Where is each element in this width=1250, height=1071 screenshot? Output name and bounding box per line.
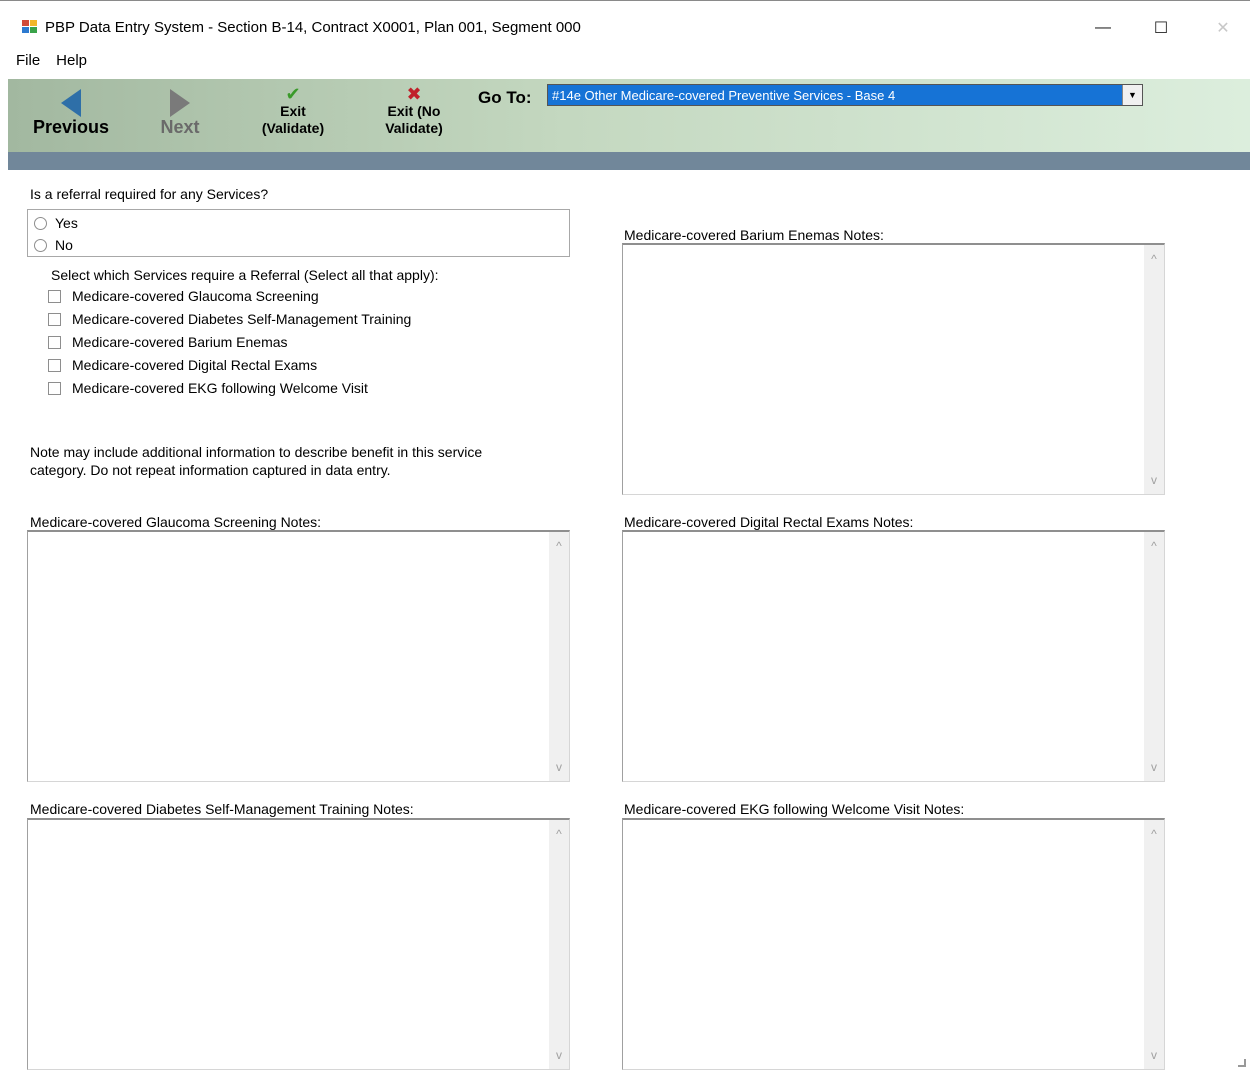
app-icon	[22, 20, 38, 34]
scroll-up-icon[interactable]: ^	[1144, 249, 1164, 269]
vertical-scrollbar[interactable]: ^ v	[1144, 245, 1164, 494]
radio-circle-icon[interactable]	[34, 216, 47, 230]
scroll-down-icon[interactable]: v	[1144, 470, 1164, 490]
checkbox-label: Medicare-covered Barium Enemas	[72, 334, 288, 350]
scroll-up-icon[interactable]: ^	[549, 536, 569, 556]
exit-validate-button[interactable]: ✔ Exit (Validate)	[253, 85, 333, 137]
maximize-button[interactable]: ☐	[1138, 13, 1184, 43]
ekg-notes-label: Medicare-covered EKG following Welcome V…	[624, 801, 965, 817]
previous-label: Previous	[32, 117, 110, 137]
menu-file[interactable]: File	[0, 50, 48, 72]
minimize-button[interactable]: —	[1080, 13, 1126, 43]
barium-notes-textarea[interactable]: ^ v	[622, 243, 1165, 495]
checkbox-rectal[interactable]: Medicare-covered Digital Rectal Exams	[48, 357, 317, 373]
exit-validate-line1: Exit	[280, 103, 306, 119]
resize-grip-icon[interactable]	[1238, 1059, 1246, 1067]
select-services-prompt: Select which Services require a Referral…	[51, 267, 439, 283]
vertical-scrollbar[interactable]: ^ v	[1144, 532, 1164, 781]
checkbox-icon[interactable]	[48, 335, 61, 349]
checkbox-ekg[interactable]: Medicare-covered EKG following Welcome V…	[48, 380, 368, 396]
scroll-down-icon[interactable]: v	[549, 757, 569, 777]
note-line-1: Note may include additional information …	[30, 444, 483, 460]
scroll-down-icon[interactable]: v	[549, 1045, 569, 1065]
barium-notes-label: Medicare-covered Barium Enemas Notes:	[624, 227, 884, 243]
checkbox-icon[interactable]	[48, 312, 61, 326]
goto-dropdown[interactable]: #14e Other Medicare-covered Preventive S…	[547, 84, 1143, 106]
checkbox-label: Medicare-covered Digital Rectal Exams	[72, 357, 318, 373]
checkbox-glaucoma[interactable]: Medicare-covered Glaucoma Screening	[48, 288, 319, 304]
scroll-down-icon[interactable]: v	[1144, 1045, 1164, 1065]
rectal-notes-textarea[interactable]: ^ v	[622, 530, 1165, 782]
referral-question: Is a referral required for any Services?	[30, 186, 269, 202]
checkbox-barium[interactable]: Medicare-covered Barium Enemas	[48, 334, 288, 350]
menu-bar: File Help	[0, 50, 1250, 72]
diabetes-notes-label: Medicare-covered Diabetes Self-Managemen…	[30, 801, 414, 817]
note-line-2: category. Do not repeat information capt…	[30, 462, 391, 478]
scroll-up-icon[interactable]: ^	[549, 824, 569, 844]
toolbar: Previous Next ✔ Exit (Validate) ✖ Exit (…	[8, 79, 1250, 152]
rectal-notes-label: Medicare-covered Digital Rectal Exams No…	[624, 514, 914, 530]
vertical-scrollbar[interactable]: ^ v	[549, 532, 569, 781]
checkbox-label: Medicare-covered EKG following Welcome V…	[72, 380, 368, 396]
radio-no[interactable]: No	[34, 237, 73, 253]
checkbox-label: Medicare-covered Diabetes Self-Managemen…	[72, 311, 412, 327]
radio-yes-label: Yes	[55, 215, 78, 231]
checkbox-icon[interactable]	[48, 289, 61, 303]
exit-no-validate-line2: Validate)	[385, 120, 443, 136]
exit-no-validate-button[interactable]: ✖ Exit (No Validate)	[374, 85, 454, 137]
checkbox-label: Medicare-covered Glaucoma Screening	[72, 288, 319, 304]
arrow-right-icon	[170, 89, 190, 117]
radio-yes[interactable]: Yes	[34, 215, 78, 231]
close-button[interactable]: ✕	[1200, 13, 1246, 43]
scroll-up-icon[interactable]: ^	[1144, 824, 1164, 844]
check-icon: ✔	[285, 84, 301, 104]
title-bar: PBP Data Entry System - Section B-14, Co…	[0, 0, 1250, 44]
vertical-scrollbar[interactable]: ^ v	[549, 820, 569, 1069]
radio-no-label: No	[55, 237, 73, 253]
note-instructions: Note may include additional information …	[30, 443, 570, 479]
scroll-up-icon[interactable]: ^	[1144, 536, 1164, 556]
diabetes-notes-textarea[interactable]: ^ v	[27, 818, 570, 1070]
scroll-down-icon[interactable]: v	[1144, 757, 1164, 777]
window-title: PBP Data Entry System - Section B-14, Co…	[45, 19, 581, 36]
arrow-left-icon	[61, 89, 81, 117]
exit-validate-line2: (Validate)	[261, 120, 325, 136]
goto-selected-value: #14e Other Medicare-covered Preventive S…	[552, 88, 896, 103]
ekg-notes-textarea[interactable]: ^ v	[622, 818, 1165, 1070]
referral-radio-group: Yes No	[27, 209, 570, 257]
previous-button[interactable]: Previous	[26, 89, 116, 136]
next-button[interactable]: Next	[150, 89, 210, 136]
radio-circle-icon[interactable]	[34, 238, 47, 252]
checkbox-icon[interactable]	[48, 358, 61, 372]
dropdown-arrow-icon[interactable]: ▼	[1122, 85, 1142, 105]
goto-label: Go To:	[478, 88, 532, 107]
x-icon: ✖	[406, 84, 422, 104]
glaucoma-notes-textarea[interactable]: ^ v	[27, 530, 570, 782]
menu-help[interactable]: Help	[48, 50, 95, 72]
vertical-scrollbar[interactable]: ^ v	[1144, 820, 1164, 1069]
checkbox-icon[interactable]	[48, 381, 61, 395]
checkbox-diabetes[interactable]: Medicare-covered Diabetes Self-Managemen…	[48, 311, 411, 327]
glaucoma-notes-label: Medicare-covered Glaucoma Screening Note…	[30, 514, 322, 530]
next-label: Next	[160, 117, 200, 137]
exit-no-validate-line1: Exit (No	[387, 103, 441, 119]
section-divider-bar	[8, 152, 1250, 170]
